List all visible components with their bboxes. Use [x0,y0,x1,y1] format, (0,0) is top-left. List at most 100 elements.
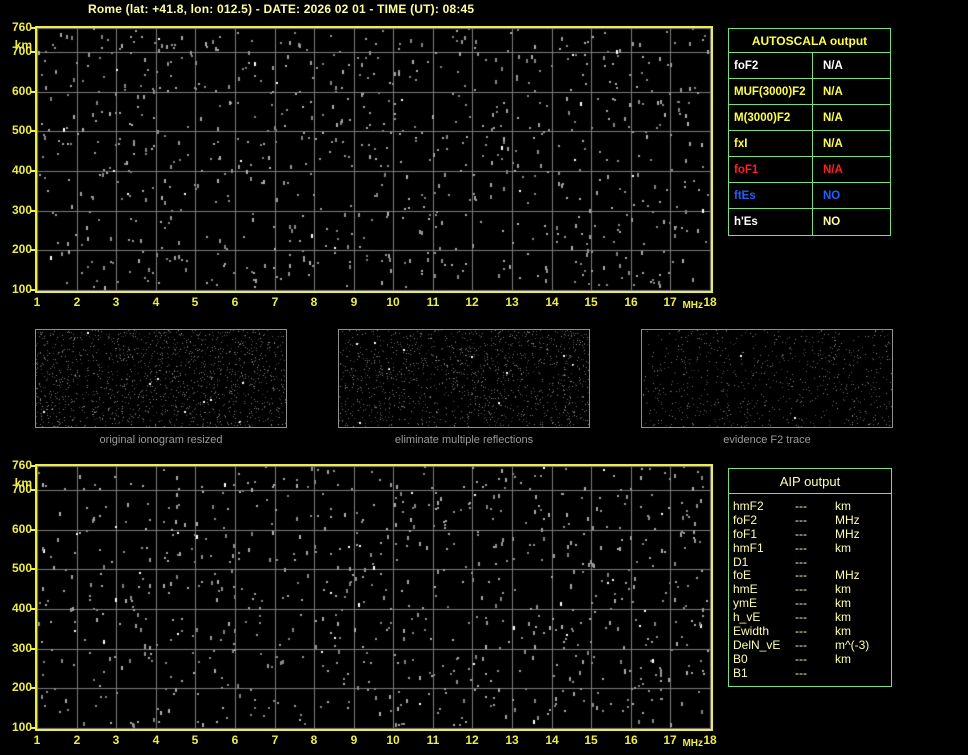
y-tick-mark [31,608,35,610]
aip-param-value: --- [795,624,807,639]
aip-table-row: B0 --- km [733,651,891,667]
aip-param-unit: km [835,624,851,639]
x-tick-label: 9 [350,733,358,747]
y-tick-mark [31,210,35,212]
y-tick-mark [31,465,35,467]
x-tick-label: 1 [33,295,41,309]
y-tick-label: 200 [11,242,32,256]
aip-param-value: --- [795,499,807,513]
aip-param-unit: km [835,499,851,513]
param-label: M(3000)F2 [729,105,813,130]
aip-param-value: --- [795,596,807,611]
aip-table-row: h_vE --- km [733,610,891,625]
ionogram-top [35,26,713,293]
y-tick-mark [31,130,35,132]
y-tick-label: 200 [11,680,32,694]
autoscala-table-row: ftEs NO [729,183,890,209]
autoscala-table-row: h'Es NO [729,209,890,235]
x-tick-label: 17 [663,295,677,309]
thumbnail-caption-original: original ionogram resized [99,434,223,446]
y-tick-label: 760 [11,458,32,472]
aip-table-title: AIP output [729,469,891,494]
y-tick-label: 100 [11,720,32,734]
y-tick-mark [31,91,35,93]
aip-param-value: --- [795,610,807,625]
x-tick-label: 12 [465,295,479,309]
thumbnail-evidence-f2 [641,329,893,428]
y-tick-label: 400 [11,163,32,177]
x-tick-label: 6 [231,295,239,309]
aip-param-unit: MHz [835,526,860,541]
param-value: N/A [823,138,843,150]
y-tick-mark [31,249,35,251]
thumbnail-evidence-canvas [642,330,892,427]
y-tick-label: 500 [11,123,32,137]
thumbnail-original-ionogram [35,329,287,428]
aip-param-unit: km [835,610,851,625]
x-tick-label: 11 [426,295,440,309]
aip-param-unit: km [835,596,851,611]
aip-param-unit: km [835,540,851,555]
aip-param-value: --- [795,651,807,666]
autoscala-table-row: foF1 N/A [729,157,890,183]
autoscala-table-title: AUTOSCALA output [729,29,890,53]
x-tick-label: 13 [505,295,519,309]
y-tick-label: 760 [11,20,32,34]
aip-param-label: B0 [733,651,748,666]
param-value: N/A [823,86,843,98]
x-tick-label: 11 [426,733,440,747]
aip-table-row: hmE --- km [733,582,891,597]
y-tick-mark [31,289,35,291]
x-tick-label: 5 [191,295,199,309]
x-tick-label: 4 [152,295,160,309]
page-title: Rome (lat: +41.8, lon: 012.5) - DATE: 20… [88,2,475,16]
aip-param-unit: km [835,582,851,597]
y-tick-mark [31,27,35,29]
aip-output-table: AIP output hmF2 --- km foF2 --- MHz foF1 --- MHz… [728,468,892,687]
aip-param-label: D1 [733,554,749,569]
autoscala-table-row: fxI N/A [729,131,890,157]
aip-table-row: hmF2 --- km [733,499,891,514]
x-tick-label: 10 [386,295,400,309]
y-tick-label: 600 [11,522,32,536]
autoscala-table-row: M(3000)F2 N/A [729,105,890,131]
aip-param-value: --- [795,568,807,583]
thumbnail-eliminate-canvas [339,330,589,427]
param-label: ftEs [729,183,813,208]
aip-param-value: --- [795,582,807,597]
x-tick-label: 1 [33,733,41,747]
y-tick-mark [31,687,35,689]
aip-table-row: D1 --- [733,554,891,570]
aip-param-label: foE [733,568,752,583]
aip-param-label: hmF1 [733,540,764,555]
thumbnail-eliminate-reflections [338,329,590,428]
param-label: h'Es [729,209,813,235]
aip-param-label: hmE [733,582,758,597]
aip-table-row: B1 --- [733,666,891,681]
param-label: MUF(3000)F2 [729,79,813,104]
x-axis-unit-label: MHz [682,738,703,749]
param-value: N/A [823,164,843,176]
y-tick-mark [31,648,35,650]
y-tick-mark [31,727,35,729]
x-tick-label: 15 [584,295,598,309]
x-tick-label: 18 [703,295,717,309]
aip-table-row: Ewidth --- km [733,624,891,639]
aip-param-value: --- [795,512,807,527]
x-axis-unit-label: MHz [682,300,703,311]
x-tick-label: 3 [112,295,120,309]
y-axis-unit-label: km [14,38,32,52]
aip-table-row: foF2 --- MHz [733,512,891,528]
aip-param-value: --- [795,554,807,569]
x-tick-label: 3 [112,733,120,747]
aip-param-label: Ewidth [733,624,770,639]
aip-table-row: hmF1 --- km [733,540,891,556]
y-tick-label: 300 [11,203,32,217]
y-tick-label: 300 [11,641,32,655]
thumbnail-caption-eliminate: eliminate multiple reflections [394,434,534,446]
aip-table-row: DelN_vE --- m^(-3) [733,638,891,653]
x-tick-label: 6 [231,733,239,747]
aip-param-unit: MHz [835,568,860,583]
autoscala-table-row: MUF(3000)F2 N/A [729,79,890,105]
aip-param-label: ymE [733,596,757,611]
